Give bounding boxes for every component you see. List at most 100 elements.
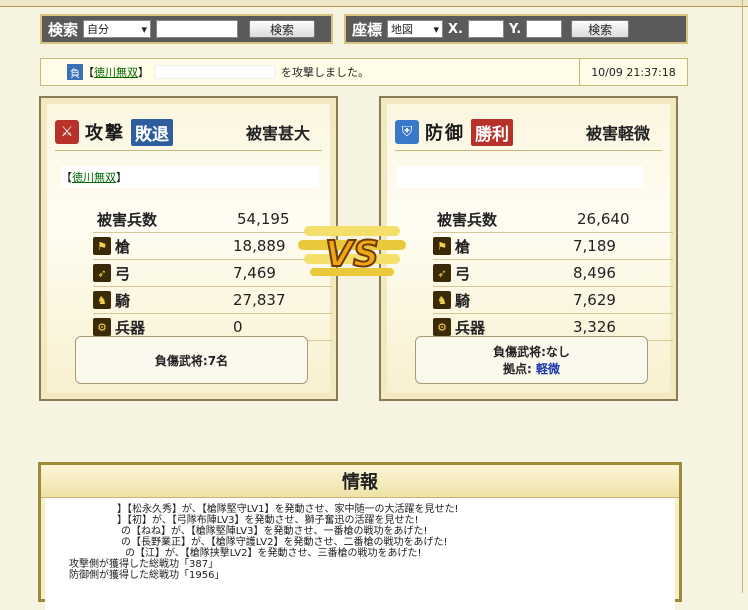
unit-row-horse: ♞ 騎 7,629 — [433, 287, 673, 314]
unit-name: 騎 — [115, 291, 131, 310]
log-text: 】【松永久秀】が、【槍隊堅守LV1】を発動させ、家中随一の大活躍を見せた! — [117, 504, 459, 515]
unit-name: 騎 — [455, 291, 471, 310]
unit-name: 兵器 — [115, 318, 146, 337]
bracket-open: 【 — [61, 171, 72, 184]
unit-value: 0 — [233, 318, 243, 336]
unit-name: 弓 — [115, 264, 131, 283]
unit-name: 槍 — [455, 237, 471, 256]
injured-generals: 負傷武将:なし — [493, 345, 570, 359]
attacker-name-link[interactable]: 徳川無双 — [72, 169, 116, 185]
unit-value: 8,496 — [573, 264, 616, 282]
map-select-value: 地図 — [391, 23, 414, 36]
attacker-result-badge: 敗退 — [131, 118, 173, 146]
attacker-role: 攻撃 — [85, 123, 125, 144]
search-scope-value: 自分 — [87, 23, 110, 36]
chevron-down-icon: ▾ — [141, 22, 148, 36]
shield-icon: ⛨ — [395, 120, 419, 144]
losses-total-value: 26,640 — [577, 210, 630, 228]
bracket-close: 】 — [116, 171, 127, 184]
x-label: X. — [448, 21, 463, 37]
coordinate-label: 座標 — [352, 20, 383, 39]
siege-icon: ⚙ — [433, 318, 451, 336]
losses-label: 被害兵数 — [437, 210, 498, 229]
log-line: の【ねね】が、【槍隊堅陣LV3】を発動させ、一番槍の戦功をあげた! — [69, 526, 651, 537]
log-line: の【江】が、【槍隊挟撃LV2】を発動させ、三番槍の戦功をあげた! — [69, 548, 651, 559]
top-border — [0, 0, 748, 7]
log-text: 防御側が獲得した総戦功「1956」 — [69, 570, 225, 581]
y-label: Y. — [508, 21, 522, 37]
news-text: を攻撃しました。 — [281, 66, 369, 79]
unit-name: 槍 — [115, 237, 131, 256]
redacted-name — [155, 65, 275, 79]
attacker-panel: ⚔ 攻撃 敗退 被害甚大 【 徳川無双 】 被害兵数 54,195 ⚑ 槍 18… — [39, 96, 338, 401]
info-panel: 情報 】【松永久秀】が、【槍隊堅守LV1】を発動させ、家中随一の大活躍を見せた!… — [38, 462, 682, 610]
bracket-close: 】 — [138, 66, 149, 79]
unit-row-bow: ➶ 弓 8,496 — [433, 260, 673, 287]
attacker-name-box: 【 徳川無双 】 — [61, 166, 319, 188]
log-line: 攻撃側が獲得した総戦功「387」 — [69, 559, 651, 570]
spear-icon: ⚑ — [93, 237, 111, 255]
horse-icon: ♞ — [433, 291, 451, 309]
unit-row-horse: ♞ 騎 27,837 — [93, 287, 333, 314]
y-input[interactable] — [526, 20, 563, 38]
log-text: 攻撃側が獲得した総戦功「387」 — [69, 559, 219, 570]
unit-value: 3,326 — [573, 318, 616, 336]
info-title: 情報 — [41, 465, 679, 498]
unit-value: 27,837 — [233, 291, 286, 309]
defeat-badge: 負 — [67, 64, 83, 80]
log-line: 】【松永久秀】が、【槍隊堅守LV1】を発動させ、家中随一の大活躍を見せた! — [69, 504, 651, 515]
unit-value: 7,189 — [573, 237, 616, 255]
unit-value: 7,629 — [573, 291, 616, 309]
log-line: 】【初】が、【弓隊布陣LV3】を発動させ、獅子奮迅の活躍を見せた! — [69, 515, 651, 526]
bow-icon: ➶ — [93, 264, 111, 282]
log-text: の【長野業正】が、【槍隊守護LV2】を発動させ、二番槍の戦功をあげた! — [121, 537, 448, 548]
defender-panel-inner: ⛨ 防御 勝利 被害軽微 被害兵数 26,640 ⚑ 槍 7,189 ➶ 弓 8… — [387, 104, 673, 393]
vs-text: VS — [325, 234, 379, 275]
attacker-damage-level: 被害甚大 — [245, 124, 310, 143]
attacker-panel-inner: ⚔ 攻撃 敗退 被害甚大 【 徳川無双 】 被害兵数 54,195 ⚑ 槍 18… — [47, 104, 333, 393]
vs-emblem: VS — [298, 226, 406, 276]
attacker-header: ⚔ 攻撃 敗退 被害甚大 — [55, 114, 322, 151]
battle-news-row: 負 【 徳川無双 】 を攻撃しました。 10/09 21:37:18 — [40, 58, 688, 86]
coordinate-search-button[interactable]: 検索 — [571, 20, 630, 38]
base-damage: 拠点: 軽微 — [503, 360, 560, 377]
log-line: の【長野業正】が、【槍隊守護LV2】を発動させ、二番槍の戦功をあげた! — [69, 537, 651, 548]
chevron-down-icon: ▾ — [433, 22, 440, 36]
x-input[interactable] — [467, 20, 504, 38]
defender-summary-box: 負傷武将:なし 拠点: 軽微 — [415, 336, 648, 384]
losses-total-row: 被害兵数 26,640 — [433, 206, 673, 233]
news-timestamp: 10/09 21:37:18 — [579, 59, 687, 85]
horse-icon: ♞ — [93, 291, 111, 309]
search-button[interactable]: 検索 — [249, 20, 316, 38]
defender-damage-level: 被害軽微 — [585, 124, 650, 143]
log-line: 防御側が獲得した総戦功「1956」 — [69, 570, 651, 581]
siege-icon: ⚙ — [93, 318, 111, 336]
attacker-summary-box: 負傷武将:7名 — [75, 336, 308, 384]
info-log: 】【松永久秀】が、【槍隊堅守LV1】を発動させ、家中随一の大活躍を見せた! 】【… — [45, 498, 675, 610]
log-text: の【江】が、【槍隊挟撃LV2】を発動させ、三番槍の戦功をあげた! — [125, 548, 422, 559]
player-link[interactable]: 徳川無双 — [94, 64, 138, 80]
coordinate-bar: 座標 地図 ▾ X. Y. 検索 — [344, 14, 688, 44]
spear-icon: ⚑ — [433, 237, 451, 255]
search-label: 検索 — [48, 20, 79, 39]
search-bar: 検索 自分 ▾ 検索 — [40, 14, 333, 44]
losses-label: 被害兵数 — [97, 210, 158, 229]
base-value: 軽微 — [535, 362, 560, 376]
map-select[interactable]: 地図 ▾ — [387, 20, 444, 38]
log-text: 】【初】が、【弓隊布陣LV3】を発動させ、獅子奮迅の活躍を見せた! — [117, 515, 419, 526]
log-text: の【ねね】が、【槍隊堅陣LV3】を発動させ、一番槍の戦功をあげた! — [121, 526, 428, 537]
injured-generals: 負傷武将:7名 — [154, 353, 229, 368]
right-border — [742, 0, 743, 593]
defender-result-badge: 勝利 — [471, 118, 513, 146]
defender-role: 防御 — [425, 123, 465, 144]
defender-panel: ⛨ 防御 勝利 被害軽微 被害兵数 26,640 ⚑ 槍 7,189 ➶ 弓 8… — [379, 96, 678, 401]
search-scope-select[interactable]: 自分 ▾ — [83, 20, 152, 38]
unit-row-spear: ⚑ 槍 7,189 — [433, 233, 673, 260]
unit-name: 兵器 — [455, 318, 486, 337]
crossed-swords-icon: ⚔ — [55, 120, 79, 144]
defender-losses-table: 被害兵数 26,640 ⚑ 槍 7,189 ➶ 弓 8,496 ♞ 騎 7,62… — [433, 206, 673, 341]
search-input[interactable] — [156, 20, 239, 38]
bracket-open: 【 — [83, 66, 94, 79]
unit-name: 弓 — [455, 264, 471, 283]
base-label: 拠点: — [502, 362, 532, 376]
